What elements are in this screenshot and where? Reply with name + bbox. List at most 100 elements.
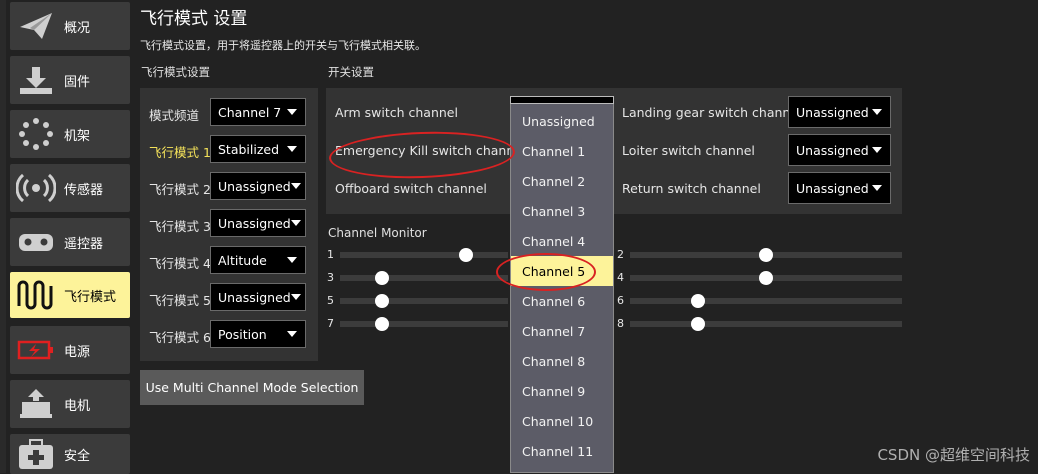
channel-8-label: 8 <box>617 317 624 330</box>
flight-mode-2-label: 飞行模式 2 <box>149 182 211 197</box>
combo-value: Unassigned <box>218 178 291 194</box>
battery-icon <box>14 330 58 370</box>
motor-icon <box>14 384 58 424</box>
chevron-down-icon <box>290 220 301 226</box>
channel-5-knob <box>375 294 389 308</box>
combo-value: Unassigned <box>796 142 869 158</box>
sidebar-item-label: 安全 <box>64 448 91 464</box>
dropdown-option[interactable]: Channel 3 <box>511 196 613 226</box>
combo-value: Channel 7 <box>218 104 282 120</box>
download-icon <box>14 60 58 100</box>
left-edge-strip <box>0 0 6 473</box>
channel-6-label: 6 <box>617 294 624 307</box>
mode-settings-label: 飞行模式设置 <box>141 65 210 79</box>
dropdown-option[interactable]: Channel 6 <box>511 286 613 316</box>
channel-dropdown-list: Unassigned Channel 1 Channel 2 Channel 3… <box>510 96 614 473</box>
combo-value: Unassigned <box>796 104 869 120</box>
page-title: 飞行模式 设置 <box>140 9 248 29</box>
chevron-down-icon <box>287 146 297 152</box>
combo-value: Altitude <box>218 252 267 268</box>
channel-monitor-label: Channel Monitor <box>328 226 427 240</box>
dropdown-option-selected[interactable]: Channel 5 <box>511 256 613 286</box>
medkit-icon <box>14 434 58 474</box>
dropdown-option[interactable]: Channel 10 <box>511 406 613 436</box>
sidebar-item-firmware[interactable]: 固件 <box>10 56 130 104</box>
sidebar-item-flight-modes[interactable]: 飞行模式 <box>10 272 130 318</box>
sidebar-item-label: 遥控器 <box>64 236 104 252</box>
sidebar-item-label: 机架 <box>64 128 91 144</box>
loiter-switch-combo[interactable]: Unassigned <box>788 134 891 166</box>
channel-8-track <box>630 321 902 327</box>
landing-gear-switch-label: Landing gear switch channel <box>622 105 802 120</box>
chevron-down-icon <box>290 183 301 189</box>
channel-3-track <box>340 275 508 281</box>
switch-settings-label: 开关设置 <box>328 65 374 79</box>
chevron-down-icon <box>287 109 297 115</box>
sidebar-item-radio[interactable]: 遥控器 <box>10 218 130 266</box>
chevron-down-icon <box>287 257 297 263</box>
sidebar-item-label: 电机 <box>64 398 91 414</box>
sidebar-item-airframe[interactable]: 机架 <box>10 110 130 158</box>
page-subtitle: 飞行模式设置，用于将遥控器上的开关与飞行模式相关联。 <box>140 39 426 52</box>
flight-mode-5-combo[interactable]: Unassigned <box>210 283 306 311</box>
flight-mode-3-combo[interactable]: Unassigned <box>210 209 306 237</box>
sidebar-item-label: 飞行模式 <box>64 289 117 305</box>
return-switch-combo[interactable]: Unassigned <box>788 172 891 204</box>
sidebar-item-sensors[interactable]: 传感器 <box>10 164 130 212</box>
dropdown-option[interactable]: Channel 7 <box>511 316 613 346</box>
channel-2-label: 2 <box>617 248 624 261</box>
combo-value: Position <box>218 326 267 342</box>
chevron-down-icon <box>287 331 297 337</box>
combo-value: Unassigned <box>218 215 291 231</box>
combo-value: Unassigned <box>796 180 869 196</box>
sidebar-item-power[interactable]: 电源 <box>10 326 130 374</box>
arm-switch-label: Arm switch channel <box>335 105 458 120</box>
flight-mode-2-combo[interactable]: Unassigned <box>210 172 306 200</box>
flight-mode-1-label: 飞行模式 1 <box>149 145 211 160</box>
channel-7-knob <box>375 317 389 331</box>
channel-4-label: 4 <box>617 271 624 284</box>
landing-gear-switch-combo[interactable]: Unassigned <box>788 96 891 128</box>
chevron-down-icon <box>872 109 882 115</box>
channel-7-track <box>340 321 508 327</box>
sidebar-item-label: 电源 <box>64 344 91 360</box>
gamepad-icon <box>14 222 58 262</box>
flight-mode-1-combo[interactable]: Stabilized <box>210 135 306 163</box>
sidebar-item-motors[interactable]: 电机 <box>10 380 130 428</box>
channel-1-knob <box>459 248 473 262</box>
dropdown-option[interactable]: Channel 9 <box>511 376 613 406</box>
flight-mode-4-combo[interactable]: Altitude <box>210 246 306 274</box>
combo-value: Stabilized <box>218 141 280 157</box>
multi-channel-mode-button[interactable]: Use Multi Channel Mode Selection <box>140 370 364 405</box>
frame-icon <box>14 114 58 154</box>
channel-2-knob <box>759 248 773 262</box>
chevron-down-icon <box>872 147 882 153</box>
sidebar-item-safety[interactable]: 安全 <box>10 434 130 474</box>
wave-icon <box>14 275 58 315</box>
dropdown-option[interactable]: Channel 8 <box>511 346 613 376</box>
chevron-down-icon <box>872 185 882 191</box>
channel-1-label: 1 <box>327 248 334 261</box>
dropdown-option[interactable]: Unassigned <box>511 106 613 136</box>
channel-4-knob <box>759 271 773 285</box>
channel-3-knob <box>375 271 389 285</box>
dropdown-option[interactable]: Channel 4 <box>511 226 613 256</box>
dropdown-option[interactable]: Channel 2 <box>511 166 613 196</box>
channel-6-knob <box>691 294 705 308</box>
dropdown-option[interactable]: Channel 11 <box>511 436 613 466</box>
flight-mode-6-combo[interactable]: Position <box>210 320 306 348</box>
radio-waves-icon <box>14 168 58 208</box>
channel-8-knob <box>691 317 705 331</box>
channel-7-label: 7 <box>327 317 334 330</box>
kill-switch-label: Emergency Kill switch channel <box>335 143 526 158</box>
offboard-switch-label: Offboard switch channel <box>335 181 487 196</box>
channel-3-label: 3 <box>327 271 334 284</box>
sidebar-item-summary[interactable]: 概况 <box>10 2 130 50</box>
combo-value: Unassigned <box>218 289 291 305</box>
dropdown-option[interactable]: Channel 1 <box>511 136 613 166</box>
channel-5-track <box>340 298 508 304</box>
mode-channel-combo[interactable]: Channel 7 <box>210 98 306 126</box>
dropdown-combo-edge[interactable] <box>510 96 614 104</box>
channel-5-label: 5 <box>327 294 334 307</box>
sidebar-item-label: 概况 <box>64 20 91 36</box>
